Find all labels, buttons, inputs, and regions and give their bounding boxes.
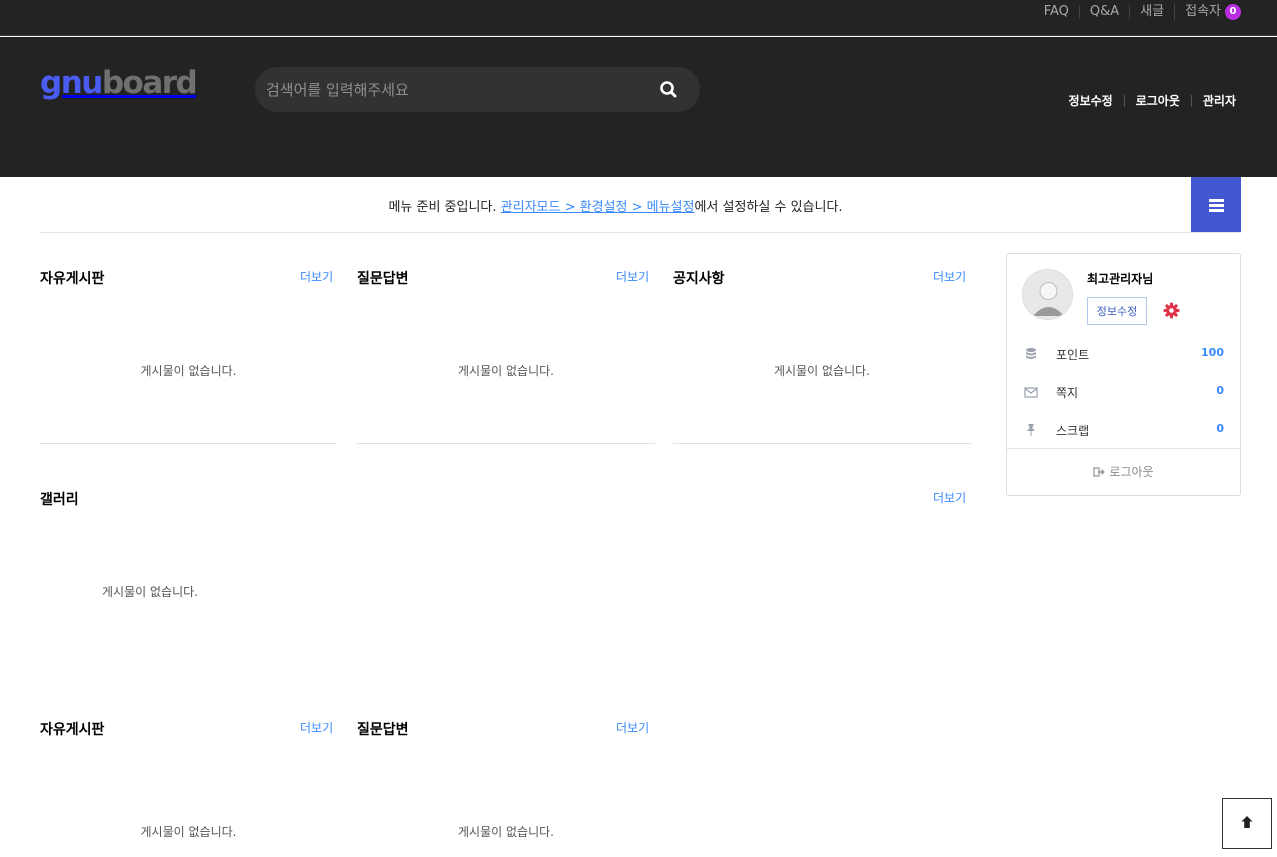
latest-board-gallery: 갤러리 더보기 게시물이 없습니다.: [40, 489, 971, 609]
empty-message: 게시물이 없습니다.: [140, 364, 237, 378]
scrap-value: 0: [1216, 422, 1224, 435]
memo-row[interactable]: 쪽지 0: [1007, 382, 1240, 402]
point-row[interactable]: 포인트 100: [1007, 344, 1240, 364]
latest-board-qa-2: 질문답변 더보기 게시물이 없습니다.: [357, 719, 655, 849]
top-bar: FAQ Q&A 새글 접속자 0: [0, 0, 1277, 36]
back-to-top-button[interactable]: [1222, 798, 1272, 849]
board-title[interactable]: 질문답변: [357, 719, 409, 739]
sign-out-icon: [1093, 466, 1106, 477]
logout-link-header[interactable]: 로그아웃: [1123, 95, 1191, 107]
profile-box: 최고관리자님 정보수정 포인트 100 쪽지 0 스크랩 0 로그아웃: [1006, 253, 1241, 496]
main-menu-bar: 메뉴 준비 중입니다. 관리자모드 > 환경설정 > 메뉴설정에서 설정하실 수…: [40, 177, 1241, 233]
header: gnuboard 정보수정 로그아웃 관리자: [0, 37, 1277, 177]
hamburger-icon: [1209, 199, 1224, 202]
new-posts-link[interactable]: 새글: [1129, 5, 1174, 19]
latest-board-free: 자유게시판 더보기 게시물이 없습니다.: [40, 268, 337, 444]
arrow-up-icon: [1241, 816, 1253, 828]
board-title[interactable]: 공지사항: [673, 268, 725, 288]
hamburger-icon-bar: [1209, 204, 1224, 207]
gear-icon[interactable]: [1163, 302, 1180, 319]
profile-name: 최고관리자님: [1087, 272, 1154, 286]
search-input[interactable]: [255, 67, 645, 112]
board-divider: [673, 443, 971, 444]
visitor-count-badge: 0: [1225, 4, 1241, 20]
more-link[interactable]: 더보기: [933, 489, 966, 506]
logo-part-gnu: gnu: [40, 65, 103, 101]
edit-info-link[interactable]: 정보수정: [1058, 95, 1124, 107]
avatar: [1022, 269, 1073, 320]
search-button[interactable]: [658, 79, 680, 101]
scrap-row[interactable]: 스크랩 0: [1007, 420, 1240, 440]
empty-message: 게시물이 없습니다.: [140, 825, 237, 839]
logout-button[interactable]: 로그아웃: [1007, 463, 1240, 480]
hamburger-icon-bar: [1209, 209, 1224, 212]
more-link[interactable]: 더보기: [300, 268, 333, 285]
visitors-label: 접속자: [1185, 4, 1221, 19]
visitors-link[interactable]: 접속자 0: [1174, 4, 1241, 20]
logo-part-board: board: [101, 65, 198, 101]
edit-profile-button[interactable]: 정보수정: [1087, 297, 1147, 325]
header-user-links: 정보수정 로그아웃 관리자: [1058, 95, 1236, 107]
more-link[interactable]: 더보기: [616, 719, 649, 736]
menu-notice: 메뉴 준비 중입니다. 관리자모드 > 환경설정 > 메뉴설정에서 설정하실 수…: [40, 196, 1191, 215]
board-title[interactable]: 자유게시판: [40, 719, 104, 739]
admin-link[interactable]: 관리자: [1190, 95, 1236, 107]
empty-message: 게시물이 없습니다.: [102, 585, 198, 599]
board-divider: [357, 443, 655, 444]
board-title[interactable]: 갤러리: [40, 489, 79, 509]
board-divider: [40, 443, 337, 444]
faq-link[interactable]: FAQ: [1034, 5, 1079, 19]
latest-board-qa: 질문답변 더보기 게시물이 없습니다.: [357, 268, 655, 444]
database-icon: [1026, 348, 1036, 359]
user-icon: [1023, 270, 1072, 319]
more-link[interactable]: 더보기: [933, 268, 966, 285]
point-value: 100: [1201, 346, 1224, 359]
memo-value: 0: [1216, 384, 1224, 397]
point-label: 포인트: [1056, 348, 1090, 362]
board-title[interactable]: 자유게시판: [40, 268, 104, 288]
empty-message: 게시물이 없습니다.: [458, 825, 554, 839]
gnuboard-logo[interactable]: gnuboard: [40, 63, 198, 103]
board-title[interactable]: 질문답변: [357, 268, 409, 288]
latest-board-notice: 공지사항 더보기 게시물이 없습니다.: [673, 268, 971, 444]
more-link[interactable]: 더보기: [616, 268, 649, 285]
pin-icon: [1027, 424, 1035, 436]
empty-message: 게시물이 없습니다.: [458, 364, 554, 378]
qa-link[interactable]: Q&A: [1078, 5, 1129, 19]
menu-settings-link[interactable]: 관리자모드 > 환경설정 > 메뉴설정: [501, 200, 695, 215]
more-link[interactable]: 더보기: [300, 719, 333, 736]
memo-label: 쪽지: [1056, 386, 1079, 400]
envelope-icon: [1024, 387, 1038, 398]
menu-notice-prefix: 메뉴 준비 중입니다.: [388, 200, 501, 215]
menu-notice-suffix: 에서 설정하실 수 있습니다.: [694, 200, 843, 215]
search-box: [255, 67, 700, 112]
all-menu-button[interactable]: [1191, 177, 1241, 232]
latest-board-free-2: 자유게시판 더보기 게시물이 없습니다.: [40, 719, 337, 849]
logout-label: 로그아웃: [1109, 465, 1154, 479]
scrap-label: 스크랩: [1056, 424, 1090, 438]
search-icon: [660, 81, 677, 98]
empty-message: 게시물이 없습니다.: [774, 364, 870, 378]
profile-divider: [1007, 448, 1240, 449]
top-links: FAQ Q&A 새글 접속자 0: [1034, 0, 1241, 24]
